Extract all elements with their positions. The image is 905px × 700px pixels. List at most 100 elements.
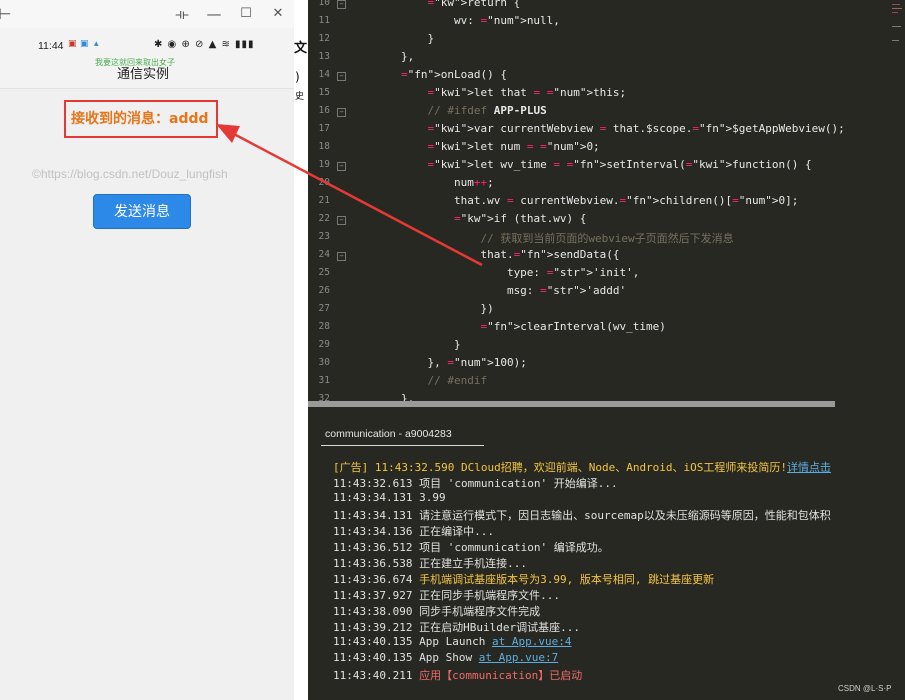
log-text: 请注意运行模式下，因日志输出、sourcemap以及未压缩源码等原因，性能和包体… — [419, 509, 831, 522]
code-line[interactable]: that.wv = currentWebview.="fn">children(… — [348, 194, 798, 207]
fold-icon[interactable]: − — [337, 162, 346, 171]
app-notification-icon-2: ▣ — [80, 39, 89, 49]
pin-icon[interactable]: ⟛ — [171, 4, 193, 24]
code-line[interactable]: ="kw">if (that.wv) { — [348, 212, 586, 225]
fold-icon[interactable]: − — [337, 252, 346, 261]
code-line[interactable]: // #endif — [348, 374, 487, 387]
line-number: 22 — [318, 213, 330, 224]
log-time: 11:43:37.927 — [333, 589, 413, 602]
line-number: 12 — [318, 33, 330, 44]
line-number: 27 — [318, 303, 330, 314]
code-line[interactable]: wv: ="num">null, — [348, 14, 560, 27]
log-time: 11:43:34.136 — [333, 525, 413, 538]
line-number: 26 — [318, 285, 330, 296]
log-link[interactable]: at App.vue:7 — [479, 651, 558, 664]
line-number: 31 — [318, 375, 330, 386]
line-number: 19 — [318, 159, 330, 170]
log-line: 11:43:34.131 3.99 — [333, 491, 446, 504]
code-line[interactable]: type: ="str">'init', — [348, 266, 639, 279]
csdn-watermark: CSDN @L·S·P — [838, 684, 892, 693]
log-time: 11:43:40.135 — [333, 635, 413, 648]
log-line: 11:43:34.131 请注意运行模式下，因日志输出、sourcemap以及未… — [333, 507, 831, 523]
gap-glyph-3: 史 — [295, 92, 305, 102]
log-line: 11:43:36.512 项目 'communication' 编译成功。 — [333, 539, 609, 555]
gap-glyph-2: ) — [295, 70, 300, 84]
log-line: 11:43:40.135 App Show at App.vue:7 — [333, 651, 558, 664]
line-number: 30 — [318, 357, 330, 368]
line-number: 25 — [318, 267, 330, 278]
received-label: 接收到的消息： — [71, 111, 169, 127]
log-time: 11:43:40.211 — [333, 669, 413, 682]
log-text: 正在同步手机端程序文件... — [419, 589, 560, 602]
gap-glyph-1: 文 — [294, 41, 308, 56]
notification-up-icon: ▴ — [94, 39, 99, 49]
code-editor[interactable]: 10 11 12 13 14 15 16 17 18 19 20 21 22 2… — [308, 0, 905, 408]
window-gap: 文 ) 史 — [294, 0, 308, 700]
log-time: 11:43:40.135 — [333, 651, 413, 664]
code-line[interactable]: }, — [348, 50, 414, 63]
code-line[interactable]: ="fn">clearInterval(wv_time) — [348, 320, 665, 333]
close-button[interactable]: ✕ — [267, 4, 289, 24]
fold-icon[interactable]: − — [337, 0, 346, 9]
code-line[interactable]: // #ifdef APP-PLUS — [348, 104, 546, 117]
code-line[interactable]: }) — [348, 302, 493, 315]
log-text: 正在启动HBuilder调试基座... — [419, 621, 580, 634]
console-tab[interactable]: communication - a9004283 — [325, 428, 452, 440]
code-line[interactable]: msg: ="str">'addd' — [348, 284, 626, 297]
log-text: 应用【communication】已启动 — [419, 669, 583, 682]
code-line[interactable]: that.="fn">sendData({ — [348, 248, 619, 261]
code-line[interactable]: ="kwi">let wv_time = ="fn">setInterval(=… — [348, 158, 811, 171]
code-line[interactable]: ="kwi">var currentWebview = that.$scope.… — [348, 122, 844, 135]
log-link[interactable]: at App.vue:4 — [492, 635, 571, 648]
window-edge-icon: ⊢ — [0, 5, 12, 23]
fold-icon[interactable]: − — [337, 72, 346, 81]
log-line: 11:43:40.135 App Launch at App.vue:4 — [333, 635, 571, 648]
log-line: 11:43:38.090 同步手机端程序文件完成 — [333, 603, 540, 619]
page-title: 通信实例 — [116, 67, 169, 82]
line-number: 24 — [318, 249, 330, 260]
received-value: addd — [169, 111, 209, 127]
code-line[interactable]: ="kw">return { — [348, 0, 520, 9]
fold-icon[interactable]: − — [337, 216, 346, 225]
maximize-button[interactable]: ☐ — [235, 4, 257, 24]
received-message: 接收到的消息：addd — [71, 108, 209, 128]
code-line[interactable]: ="kwi">let that = ="num">this; — [348, 86, 626, 99]
log-text: DCloud招聘，欢迎前端、Node、Android、iOS工程师来投简历! — [460, 461, 788, 474]
code-line[interactable]: ="fn">onLoad() { — [348, 68, 507, 81]
code-line[interactable]: ="kwi">let num = ="num">0; — [348, 140, 599, 153]
log-text: 项目 'communication' 开始编译... — [419, 477, 618, 490]
line-number: 18 — [318, 141, 330, 152]
fold-icon[interactable]: − — [337, 108, 346, 117]
line-number: 20 — [318, 177, 330, 188]
horizontal-scrollbar[interactable] — [308, 401, 835, 407]
log-line: 11:43:36.538 正在建立手机连接... — [333, 555, 527, 571]
log-time: 11:43:38.090 — [333, 605, 413, 618]
code-line[interactable]: } — [348, 338, 461, 351]
line-number: 10 — [318, 0, 330, 8]
code-line[interactable]: // 获取到当前页面的webview子页面然后下发消息 — [348, 230, 733, 246]
log-time: 11:43:39.212 — [333, 621, 413, 634]
log-text: 3.99 — [419, 491, 446, 504]
line-number: 13 — [318, 51, 330, 62]
app-notification-icon: ▣ — [68, 39, 77, 49]
code-line[interactable]: } — [348, 32, 434, 45]
emulator-title-bar: ⊢ ⟛ — ☐ ✕ — [0, 0, 294, 28]
code-line[interactable]: num++; — [348, 176, 494, 189]
log-time: 11:43:36.512 — [333, 541, 413, 554]
log-text: 手机端调试基座版本号为3.99, 版本号相同, 跳过基座更新 — [419, 573, 715, 586]
line-number: 15 — [318, 87, 330, 98]
console-tab-underline — [321, 445, 484, 446]
minimap[interactable] — [890, 0, 905, 60]
code-line[interactable]: }, ="num">100); — [348, 356, 526, 369]
log-line: 11:43:40.211 应用【communication】已启动 — [333, 667, 582, 683]
log-link[interactable]: 详情点击 — [787, 461, 831, 474]
log-line: [广告] 11:43:32.590 DCloud招聘，欢迎前端、Node、And… — [333, 459, 831, 475]
line-number: 23 — [318, 231, 330, 242]
minimize-button[interactable]: — — [203, 4, 225, 24]
send-message-button[interactable]: 发送消息 — [93, 194, 191, 229]
line-number: 17 — [318, 123, 330, 134]
line-number: 16 — [318, 105, 330, 116]
line-number: 28 — [318, 321, 330, 332]
console-panel: communication - a9004283 [广告] 11:43:32.5… — [308, 408, 905, 700]
log-text: 同步手机端程序文件完成 — [419, 605, 541, 618]
